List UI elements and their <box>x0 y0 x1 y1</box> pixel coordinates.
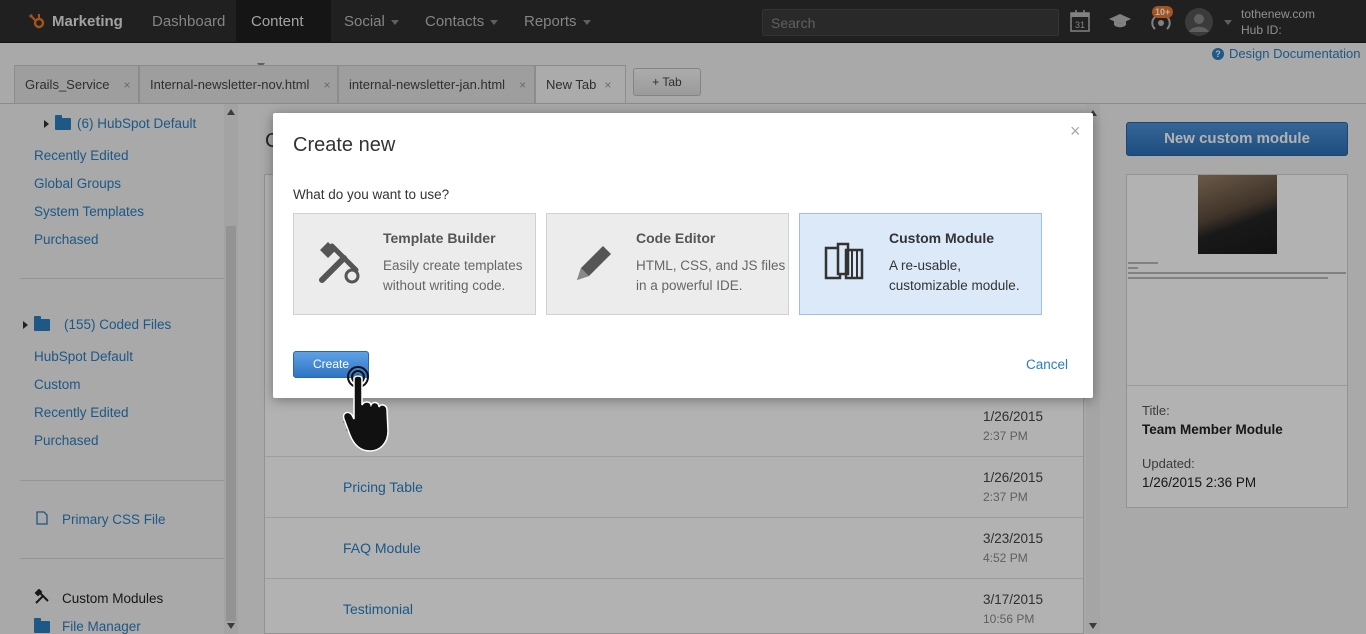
create-new-dialog: Create new × What do you want to use? Te… <box>273 113 1093 398</box>
dialog-question: What do you want to use? <box>293 187 450 202</box>
option-title: Template Builder <box>383 230 496 246</box>
tools-icon <box>319 242 360 284</box>
option-description: Easily create templates without writing … <box>383 258 523 293</box>
option-template-builder[interactable]: Template Builder Easily create templates… <box>293 213 536 315</box>
option-title: Code Editor <box>636 230 716 246</box>
option-description: HTML, CSS, and JS files in a powerful ID… <box>636 258 786 293</box>
close-icon[interactable]: × <box>1070 121 1081 142</box>
option-title: Custom Module <box>889 230 994 246</box>
option-description: A re-usable, customizable module. <box>889 258 1020 293</box>
cancel-link[interactable]: Cancel <box>1026 357 1068 372</box>
module-icon <box>824 242 864 280</box>
option-custom-module[interactable]: Custom Module A re-usable, customizable … <box>799 213 1042 315</box>
pencil-icon <box>577 246 611 280</box>
dialog-title: Create new <box>293 134 396 156</box>
hand-cursor-icon <box>342 366 389 452</box>
option-code-editor[interactable]: Code Editor HTML, CSS, and JS files in a… <box>546 213 789 315</box>
